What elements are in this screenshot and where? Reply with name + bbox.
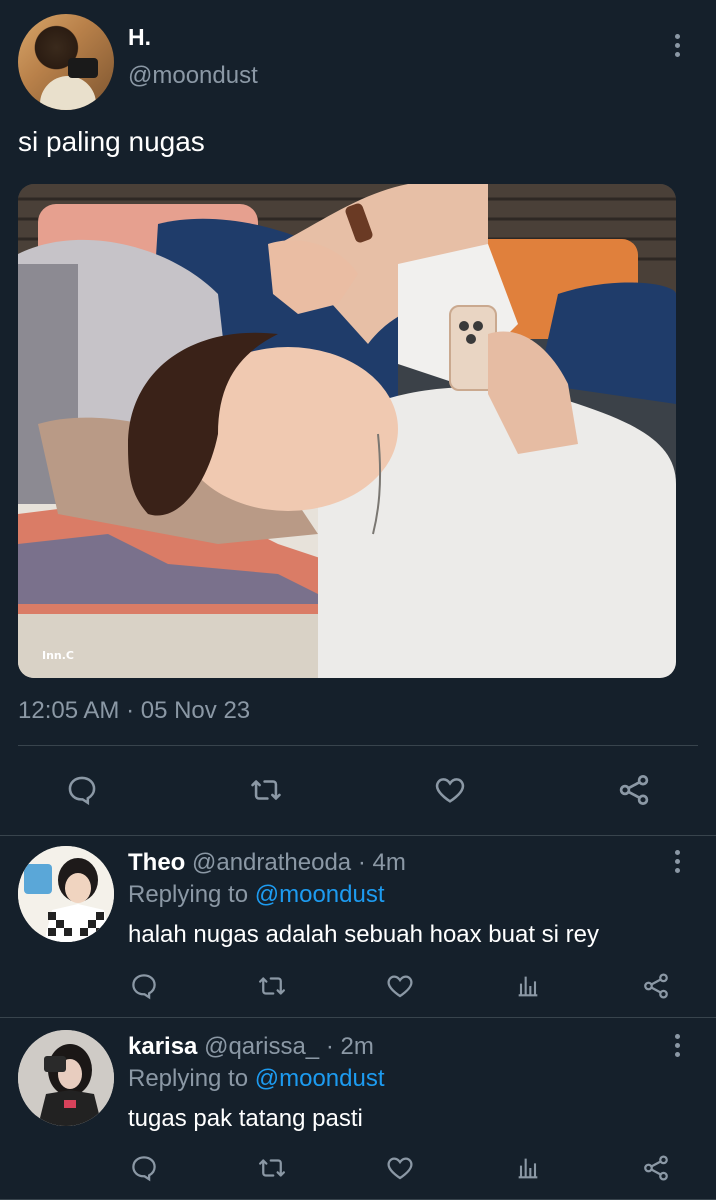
- camera-icon: [68, 58, 98, 78]
- author-handle[interactable]: @moondust: [128, 62, 258, 90]
- share-icon: [644, 973, 668, 999]
- more-options-icon[interactable]: [665, 846, 689, 876]
- reply-time: · 4m: [357, 849, 406, 876]
- reply-avatar-karisa[interactable]: [18, 1030, 114, 1126]
- reply-handle[interactable]: @qarissa_: [204, 1033, 319, 1060]
- retweet-icon: [259, 977, 285, 995]
- retweet-icon: [259, 1159, 285, 1177]
- reply-header: karisa @qarissa_ · 2m: [128, 1033, 374, 1061]
- tweet-timestamp[interactable]: 12:05 AM · 05 Nov 23: [18, 697, 250, 725]
- replying-to-handle[interactable]: @moondust: [255, 1065, 385, 1092]
- reply-text: tugas pak tatang pasti: [128, 1105, 363, 1132]
- replying-to-handle[interactable]: @moondust: [255, 881, 385, 908]
- retweet-button[interactable]: [244, 768, 288, 812]
- heart-icon: [387, 1157, 413, 1180]
- more-options-icon[interactable]: [665, 30, 689, 60]
- like-button[interactable]: [380, 1148, 420, 1188]
- replying-to-label: Replying to: [128, 881, 249, 908]
- more-options-icon[interactable]: [665, 1030, 689, 1060]
- main-tweet: H. @moondust si paling nugas Inn.C 12:05…: [0, 0, 716, 836]
- analytics-button[interactable]: [508, 1148, 548, 1188]
- bar-chart-icon: [518, 1158, 538, 1179]
- bar-chart-icon: [518, 976, 538, 997]
- like-button[interactable]: [380, 966, 420, 1006]
- divider: [0, 1017, 716, 1018]
- replying-to-line: Replying to @moondust: [128, 1065, 385, 1093]
- divider: [18, 745, 698, 746]
- reply-handle[interactable]: @andratheoda: [192, 849, 351, 876]
- heart-icon: [387, 975, 413, 998]
- reply-time: · 2m: [325, 1033, 374, 1060]
- reply-button[interactable]: [124, 1148, 164, 1188]
- reply-text: halah nugas adalah sebuah hoax buat si r…: [128, 921, 600, 948]
- replying-to-line: Replying to @moondust: [128, 881, 385, 909]
- speech-bubble-icon: [132, 974, 156, 1000]
- reply-header: Theo @andratheoda · 4m: [128, 849, 406, 877]
- reply-avatar-theo[interactable]: [18, 846, 114, 942]
- reply-button[interactable]: [124, 966, 164, 1006]
- share-icon: [644, 1155, 668, 1181]
- replying-to-label: Replying to: [128, 1065, 249, 1092]
- like-button[interactable]: [428, 768, 472, 812]
- divider: [0, 835, 716, 836]
- share-icon: [619, 775, 649, 805]
- media-watermark: Inn.C: [42, 649, 74, 662]
- reply-button[interactable]: [60, 768, 104, 812]
- tweet-text: si paling nugas: [18, 126, 205, 157]
- reply-display-name[interactable]: Theo: [128, 849, 185, 876]
- tweet-media-image[interactable]: Inn.C: [18, 184, 676, 678]
- speech-bubble-icon: [132, 1156, 156, 1182]
- share-button[interactable]: [612, 768, 656, 812]
- share-button[interactable]: [636, 1148, 676, 1188]
- avatar-shirt: [40, 76, 96, 110]
- analytics-button[interactable]: [508, 966, 548, 1006]
- heart-icon: [435, 778, 465, 803]
- share-button[interactable]: [636, 966, 676, 1006]
- retweet-button[interactable]: [252, 966, 292, 1006]
- author-avatar[interactable]: [18, 14, 114, 110]
- reply-display-name[interactable]: karisa: [128, 1033, 197, 1060]
- retweet-button[interactable]: [252, 1148, 292, 1188]
- speech-bubble-icon: [68, 776, 96, 806]
- author-display-name[interactable]: H.: [128, 24, 151, 51]
- retweet-icon: [251, 780, 281, 800]
